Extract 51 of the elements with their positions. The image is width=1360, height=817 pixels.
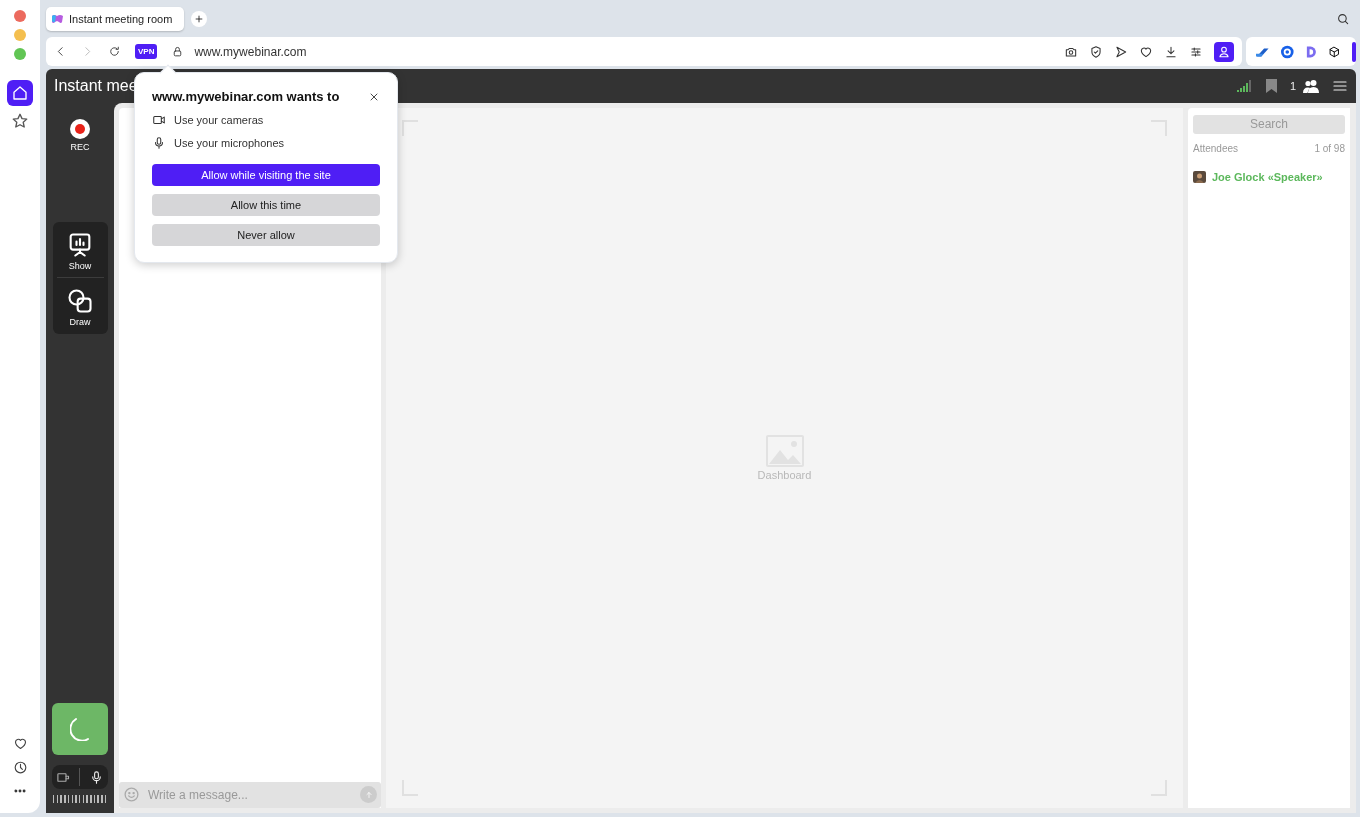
option-button[interactable]: Never allow — [152, 224, 380, 246]
sidebar-toggle-button[interactable] — [1352, 41, 1356, 62]
sidebar-home-button[interactable] — [7, 80, 33, 106]
send-icon[interactable] — [1114, 44, 1128, 59]
new-tab-button[interactable] — [191, 10, 207, 27]
search-field[interactable]: Search — [1193, 114, 1345, 134]
permission-label: Use your microphones — [174, 137, 285, 149]
sliders-icon[interactable] — [1189, 44, 1203, 59]
attendee-count: 1 of 98 — [1314, 142, 1345, 154]
extension-icon[interactable] — [1256, 45, 1270, 58]
profile-button[interactable] — [1214, 41, 1234, 62]
microphone-icon — [152, 136, 166, 150]
cube-icon[interactable] — [1327, 44, 1341, 59]
camera-icon — [152, 113, 166, 127]
person-icon — [1217, 44, 1231, 59]
spinner-icon — [70, 717, 90, 741]
reload-icon[interactable] — [108, 45, 121, 58]
allow-button[interactable]: Allow while visiting the site — [152, 164, 380, 186]
heart-icon[interactable] — [1139, 44, 1153, 59]
attendees-heading: Attendees — [1193, 142, 1239, 154]
vpn-badge[interactable]: VPN — [135, 44, 158, 59]
search-icon[interactable] — [1336, 11, 1350, 26]
people-icon[interactable] — [1303, 79, 1319, 93]
address-bar[interactable]: VPN www.mywebinar.com — [46, 37, 1242, 66]
url-text: www.mywebinar.com — [194, 44, 307, 59]
show-tool-button[interactable]: Show — [52, 230, 108, 272]
avatar-icon — [1193, 170, 1206, 183]
close-window-button[interactable] — [14, 10, 26, 22]
dashboard-label: Dashboard — [757, 469, 812, 481]
arrow-up-icon — [363, 789, 374, 800]
participant-count: 1 — [1289, 80, 1296, 92]
home-icon — [11, 84, 29, 102]
letter-d-icon[interactable] — [1306, 44, 1316, 59]
shield-icon[interactable] — [1089, 44, 1103, 59]
browser-tab[interactable]: Instant meeting room — [46, 6, 184, 31]
download-icon[interactable] — [1164, 44, 1178, 59]
clock-icon[interactable] — [12, 760, 28, 775]
menu-icon[interactable] — [1332, 78, 1348, 94]
permission-label: Use your cameras — [174, 114, 264, 126]
option-button[interactable]: Allow this time — [152, 194, 380, 216]
bookmark-icon[interactable] — [1265, 79, 1277, 93]
plus-icon — [194, 13, 204, 24]
star-icon — [11, 112, 29, 130]
popup-title: www.mywebinar.com wants to — [152, 89, 340, 104]
signal-icon — [1236, 80, 1253, 92]
draw-tool-button[interactable]: Draw — [52, 286, 108, 328]
corner-mark — [402, 120, 418, 136]
tab-title: Instant meeting room — [69, 12, 173, 25]
heart-icon[interactable] — [12, 736, 28, 751]
draw-icon — [66, 287, 94, 315]
app-logo-icon — [51, 13, 64, 24]
